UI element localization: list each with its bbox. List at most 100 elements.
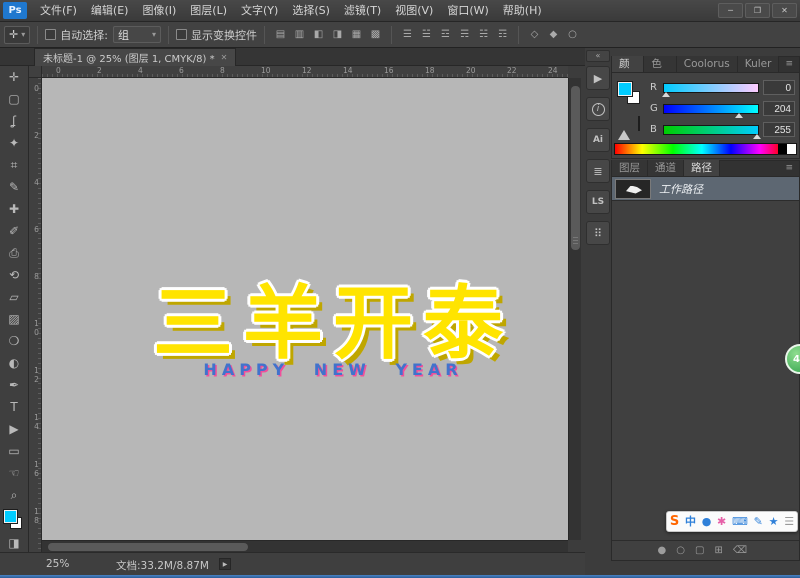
type-tool[interactable]: T	[0, 396, 28, 418]
tab-swatches[interactable]: 色板	[644, 56, 677, 86]
fill-path-icon[interactable]: ●	[658, 545, 667, 556]
horizontal-scrollbar-thumb[interactable]	[48, 543, 248, 551]
red-value-field[interactable]	[763, 80, 795, 95]
tab-kuler[interactable]: Kuler	[737, 56, 780, 72]
green-value-field[interactable]	[763, 101, 795, 116]
vertical-ruler[interactable]: 0 2 4 6 8 10 12 14 16 18	[29, 78, 42, 552]
horizontal-ruler[interactable]: 0 2 4 6 8 10 12 14 16 18 20 22 24	[42, 66, 568, 78]
horizontal-scrollbar[interactable]	[42, 540, 568, 552]
green-slider[interactable]	[663, 103, 759, 118]
history-brush-tool[interactable]: ⟲	[0, 264, 28, 286]
tab-color[interactable]: 颜色	[612, 56, 645, 86]
sogou-logo-icon[interactable]: S	[670, 515, 679, 528]
chinese-mode-icon[interactable]: 中	[685, 516, 696, 527]
clone-stamp-tool[interactable]: ⎙	[0, 242, 28, 264]
blue-value-field[interactable]	[763, 122, 795, 137]
tool-preset-picker[interactable]: ✛ ▾	[4, 25, 31, 44]
vertical-scrollbar[interactable]	[568, 78, 581, 540]
distribute-left-edges-icon[interactable]: ☴	[456, 26, 473, 43]
menu-file[interactable]: 文件(F)	[33, 0, 84, 22]
brush-tool[interactable]: ✐	[0, 220, 28, 242]
soft-keyboard-icon[interactable]: ⌨	[732, 516, 748, 527]
lasso-tool[interactable]: ʆ	[0, 110, 28, 132]
brush-presets-panel-icon[interactable]: ⠿	[586, 221, 610, 245]
dodge-tool[interactable]: ◐	[0, 352, 28, 374]
align-bottom-edges-icon[interactable]: ◧	[310, 26, 327, 43]
auto-select-label[interactable]: 自动选择:	[60, 27, 108, 43]
menu-window[interactable]: 窗口(W)	[440, 0, 495, 22]
tab-close-icon[interactable]: ✕	[221, 53, 228, 62]
eyedropper-tool[interactable]: ✎	[0, 176, 28, 198]
rectangular-marquee-tool[interactable]: ▢	[0, 88, 28, 110]
color-spectrum-ramp[interactable]	[614, 143, 797, 155]
actions-panel-icon[interactable]: ▶	[586, 66, 610, 90]
path-as-selection-icon[interactable]: ▢	[695, 545, 704, 556]
3d-roll-icon[interactable]: ◆	[545, 26, 562, 43]
stroke-path-icon[interactable]: ○	[676, 545, 685, 556]
skins-icon[interactable]: ★	[769, 516, 779, 527]
document-canvas[interactable]: 三羊开泰 HAPPY NEW YEAR	[42, 78, 568, 552]
tab-layers[interactable]: 图层	[612, 160, 648, 176]
3d-rotate-icon[interactable]: ◇	[526, 26, 543, 43]
spot-healing-brush-tool[interactable]: ✚	[0, 198, 28, 220]
handwriting-icon[interactable]: ✎	[754, 516, 763, 527]
ime-menu-icon[interactable]: ☰	[784, 516, 794, 527]
eraser-tool[interactable]: ▱	[0, 286, 28, 308]
blue-slider[interactable]	[663, 124, 762, 139]
quick-selection-tool[interactable]: ✦	[0, 132, 28, 154]
black-swatch[interactable]	[778, 144, 787, 154]
dock-collapse-button[interactable]: «	[586, 50, 610, 62]
restore-button[interactable]: ❐	[745, 3, 770, 18]
menu-layer[interactable]: 图层(L)	[183, 0, 234, 22]
slider-thumb[interactable]	[661, 91, 670, 97]
close-button[interactable]: ✕	[772, 3, 797, 18]
foreground-color-swatch[interactable]	[3, 509, 18, 524]
align-right-edges-icon[interactable]: ▩	[367, 26, 384, 43]
slider-thumb[interactable]	[753, 133, 762, 139]
crop-tool[interactable]: ⌗	[0, 154, 28, 176]
hand-tool[interactable]: ☜	[0, 462, 28, 484]
vertical-scrollbar-thumb[interactable]	[571, 86, 580, 250]
symbols-icon[interactable]: ✱	[717, 516, 726, 527]
tab-channels[interactable]: 通道	[648, 160, 684, 176]
info-panel-icon[interactable]: i	[586, 97, 610, 121]
align-vertical-centers-icon[interactable]: ▥	[291, 26, 308, 43]
show-transform-label[interactable]: 显示变换控件	[191, 27, 257, 43]
distribute-bottom-edges-icon[interactable]: ☲	[437, 26, 454, 43]
blur-tool[interactable]: ❍	[0, 330, 28, 352]
distribute-top-edges-icon[interactable]: ☰	[399, 26, 416, 43]
white-swatch[interactable]	[787, 144, 796, 154]
delete-path-icon[interactable]: ⌫	[733, 545, 747, 556]
distribute-vertical-centers-icon[interactable]: ☱	[418, 26, 435, 43]
menu-help[interactable]: 帮助(H)	[496, 0, 549, 22]
ruler-origin-corner[interactable]	[29, 66, 42, 78]
align-top-edges-icon[interactable]: ▤	[272, 26, 289, 43]
auto-select-checkbox[interactable]	[45, 29, 57, 40]
panel-menu-icon[interactable]: ≡	[779, 56, 799, 72]
menu-type[interactable]: 文字(Y)	[234, 0, 285, 22]
slider-thumb[interactable]	[735, 112, 744, 118]
red-slider[interactable]	[661, 82, 759, 97]
document-tab[interactable]: 未标题-1 @ 25% (图层 1, CMYK/8) * ✕	[34, 48, 237, 66]
layer-comps-panel-icon[interactable]: ≣	[586, 159, 610, 183]
gamut-warning[interactable]: !	[618, 116, 648, 140]
move-tool[interactable]: ✛	[0, 66, 28, 88]
pen-tool[interactable]: ✒	[0, 374, 28, 396]
align-horizontal-centers-icon[interactable]: ▦	[348, 26, 365, 43]
adjustments-panel-icon[interactable]: Ai	[586, 128, 610, 152]
foreground-color-swatch[interactable]	[617, 81, 633, 97]
zoom-level-field[interactable]: 25%	[46, 558, 69, 570]
menu-filter[interactable]: 滤镜(T)	[337, 0, 388, 22]
gamut-safe-swatch[interactable]	[638, 116, 640, 131]
gradient-tool[interactable]: ▨	[0, 308, 28, 330]
align-left-edges-icon[interactable]: ◨	[329, 26, 346, 43]
tab-paths[interactable]: 路径	[684, 160, 720, 176]
menu-view[interactable]: 视图(V)	[388, 0, 440, 22]
panel-menu-icon[interactable]: ≡	[779, 160, 799, 176]
distribute-horizontal-centers-icon[interactable]: ☵	[475, 26, 492, 43]
distribute-right-edges-icon[interactable]: ☶	[494, 26, 511, 43]
minimize-button[interactable]: ─	[718, 3, 743, 18]
tab-coolorus[interactable]: Coolorus	[676, 56, 738, 72]
zoom-tool[interactable]: ⌕	[0, 484, 28, 506]
menu-image[interactable]: 图像(I)	[135, 0, 183, 22]
